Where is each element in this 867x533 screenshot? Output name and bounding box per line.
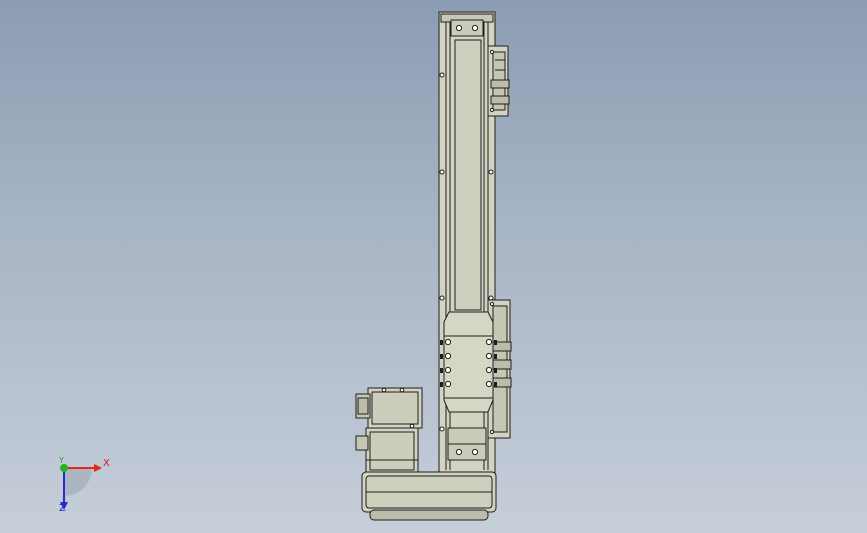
linear-actuator-model[interactable]	[0, 0, 867, 533]
motor-foldback-housing[interactable]	[361, 471, 497, 521]
z-axis-label: Z	[59, 503, 66, 514]
x-axis-label: X	[103, 458, 110, 469]
upper-sensor-bracket[interactable]	[487, 45, 510, 117]
bottom-end-block[interactable]	[447, 427, 487, 461]
y-axis-label: Y	[59, 456, 64, 465]
servo-motor[interactable]	[355, 387, 423, 475]
graphics-viewport[interactable]: X Y Z	[0, 0, 867, 533]
top-end-cap[interactable]	[450, 19, 484, 37]
coordinate-triad: X Y Z	[48, 452, 118, 518]
carriage[interactable]	[440, 311, 497, 413]
